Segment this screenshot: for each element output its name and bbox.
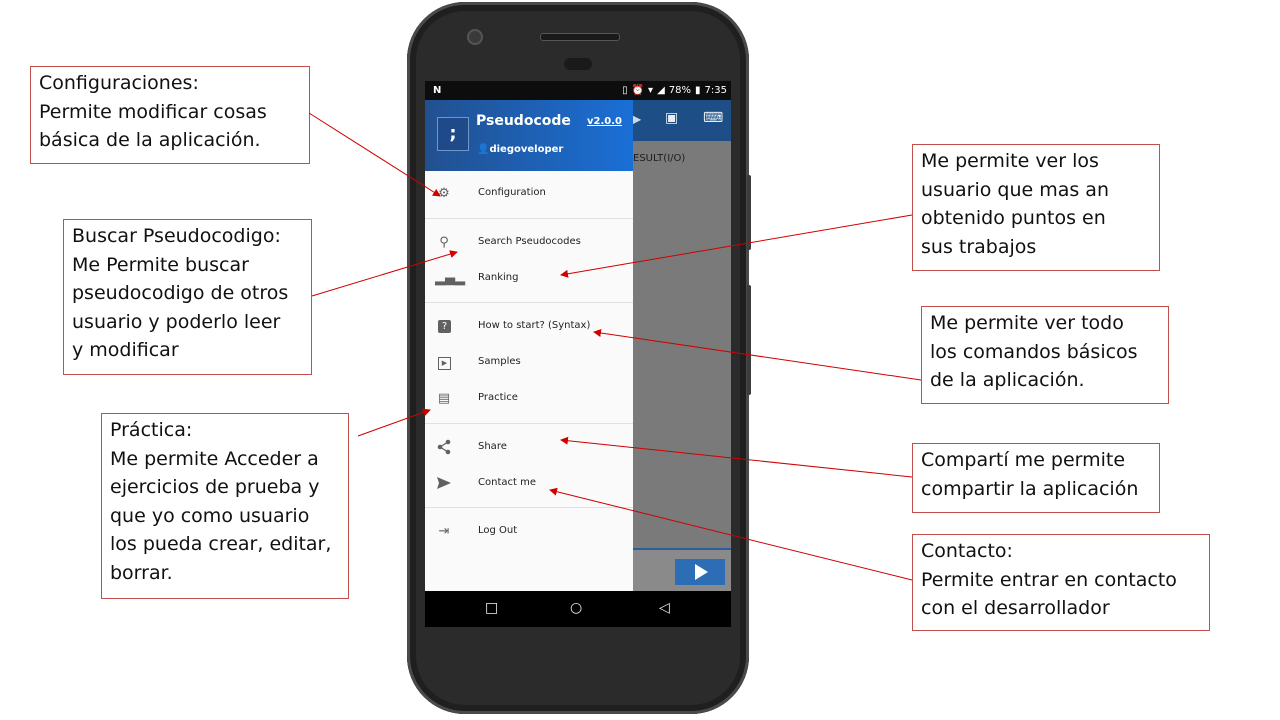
arrow-ranking xyxy=(560,214,913,278)
callout-arrows xyxy=(308,112,922,581)
arrow-search xyxy=(311,250,458,297)
arrow-contact xyxy=(549,487,913,581)
arrow-configuration xyxy=(308,112,441,197)
arrow-syntax xyxy=(593,329,922,381)
arrow-practice xyxy=(357,408,431,437)
arrow-share xyxy=(560,436,913,478)
